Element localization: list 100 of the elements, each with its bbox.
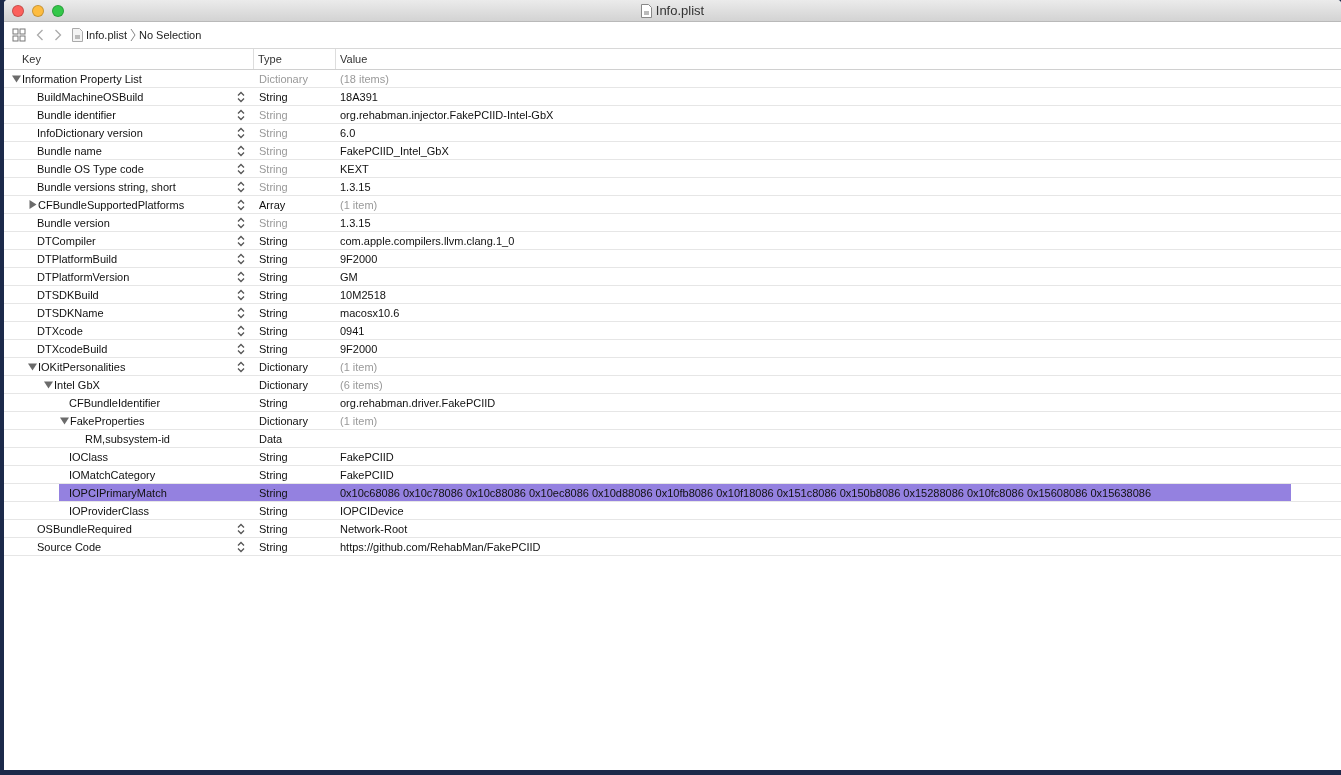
key-text: DTXcode xyxy=(37,324,83,337)
table-row[interactable]: DTCompiler String com.apple.compilers.llvm.clang.1_0 xyxy=(4,232,1341,250)
stepper-icon[interactable] xyxy=(237,253,245,265)
table-row[interactable]: Bundle identifier String org.rehabman.injector.FakePCIID-Intel-GbX xyxy=(4,106,1341,124)
table-row[interactable]: DTPlatformBuild String 9F2000 xyxy=(4,250,1341,268)
key-text: InfoDictionary version xyxy=(37,126,143,139)
stepper-icon[interactable] xyxy=(237,289,245,301)
stepper-icon[interactable] xyxy=(237,235,245,247)
disclosure-triangle-icon[interactable] xyxy=(28,200,37,209)
key-text: DTPlatformBuild xyxy=(37,252,118,265)
table-row[interactable]: Intel GbX Dictionary (6 items) xyxy=(4,376,1341,394)
stepper-icon[interactable] xyxy=(237,325,245,337)
table-row[interactable]: InfoDictionary version String 6.0 xyxy=(4,124,1341,142)
table-row[interactable]: FakeProperties Dictionary (1 item) xyxy=(4,412,1341,430)
key-text: BuildMachineOSBuild xyxy=(37,90,144,103)
table-row[interactable]: CFBundleSupportedPlatforms Array (1 item) xyxy=(4,196,1341,214)
zoom-button[interactable] xyxy=(52,4,64,17)
table-row[interactable]: BuildMachineOSBuild String 18A391 xyxy=(4,88,1341,106)
disclosure-triangle-icon[interactable] xyxy=(60,416,69,425)
table-row[interactable]: DTSDKName String macosx10.6 xyxy=(4,304,1341,322)
type-text: String xyxy=(258,323,289,339)
table-row[interactable]: DTPlatformVersion String GM xyxy=(4,268,1341,286)
value-text: 9F2000 xyxy=(339,341,379,357)
table-row[interactable]: IOProviderClass String IOPCIDevice xyxy=(4,502,1341,520)
value-text: (18 items) xyxy=(339,71,390,87)
window-title: Info.plist xyxy=(655,3,705,18)
stepper-icon[interactable] xyxy=(237,91,245,103)
table-row[interactable]: Bundle name String FakePCIID_Intel_GbX xyxy=(4,142,1341,160)
column-header[interactable]: Key xyxy=(4,49,253,69)
key-text: CFBundleIdentifier xyxy=(69,396,161,409)
stepper-icon[interactable] xyxy=(237,163,245,175)
column-header[interactable]: Type xyxy=(253,49,335,69)
value-text: GM xyxy=(339,269,359,285)
stepper-icon[interactable] xyxy=(237,127,245,139)
table-row[interactable]: DTXcodeBuild String 9F2000 xyxy=(4,340,1341,358)
breadcrumb[interactable]: Info.plist xyxy=(86,29,127,41)
stepper-icon[interactable] xyxy=(237,343,245,355)
chevron-icon xyxy=(129,28,136,42)
stepper-icon[interactable] xyxy=(237,271,245,283)
value-text: 18A391 xyxy=(339,89,379,105)
value-text: KEXT xyxy=(339,161,370,177)
disclosure-triangle-icon[interactable] xyxy=(12,74,21,83)
type-text: String xyxy=(258,125,289,141)
value-text: org.rehabman.driver.FakePCIID xyxy=(339,395,497,411)
disclosure-triangle-icon[interactable] xyxy=(28,362,37,371)
key-text: Bundle versions string, short xyxy=(37,180,176,193)
stepper-icon[interactable] xyxy=(237,307,245,319)
table-row[interactable]: Bundle OS Type code String KEXT xyxy=(4,160,1341,178)
table-row[interactable]: RM,subsystem-id Data xyxy=(4,430,1341,448)
value-text: FakePCIID xyxy=(339,449,395,465)
stepper-icon[interactable] xyxy=(237,145,245,157)
value-text: macosx10.6 xyxy=(339,305,401,321)
table-row[interactable]: OSBundleRequired String Network-Root xyxy=(4,520,1341,538)
table-row[interactable]: Bundle version String 1.3.15 xyxy=(4,214,1341,232)
document-icon xyxy=(72,28,83,42)
key-text: FakeProperties xyxy=(70,414,145,427)
stepper-icon[interactable] xyxy=(237,217,245,229)
table-row[interactable]: IOPCIPrimaryMatch String 0x10c68086 0x10c78086 0x10c88086 0x10ec8086 0x10d88086 0x10fb8086 0x10f18086 0x151c8086 0x150b8086 0x15288086 0x10fc8086 0x15608086 0x15638086 xyxy=(4,484,1341,502)
type-text: String xyxy=(258,485,289,501)
type-text: Array xyxy=(258,197,287,213)
grid-icon[interactable] xyxy=(12,28,26,42)
value-text: Network-Root xyxy=(339,521,409,537)
table-row[interactable]: Source Code String https://github.com/RehabMan/FakePCIID xyxy=(4,538,1341,556)
table-row[interactable]: DTXcode String 0941 xyxy=(4,322,1341,340)
table-row[interactable]: Information Property List Dictionary (18 items) xyxy=(4,70,1341,88)
table-row[interactable]: IOMatchCategory String FakePCIID xyxy=(4,466,1341,484)
column-header[interactable]: Value xyxy=(335,49,1341,69)
close-button[interactable] xyxy=(12,4,24,17)
key-text: CFBundleSupportedPlatforms xyxy=(38,198,185,211)
breadcrumb[interactable]: No Selection xyxy=(138,29,202,41)
table-row[interactable]: IOClass String FakePCIID xyxy=(4,448,1341,466)
type-text: String xyxy=(258,503,289,519)
key-text: DTXcodeBuild xyxy=(37,342,108,355)
value-text: 10M2518 xyxy=(339,287,387,303)
type-text: String xyxy=(258,107,289,123)
key-text: RM,subsystem-id xyxy=(85,432,170,445)
table-row[interactable]: Bundle versions string, short String 1.3.15 xyxy=(4,178,1341,196)
stepper-icon[interactable] xyxy=(237,181,245,193)
type-text: String xyxy=(258,305,289,321)
value-text: (1 item) xyxy=(339,359,379,375)
stepper-icon[interactable] xyxy=(237,109,245,121)
value-text: FakePCIID xyxy=(339,467,395,483)
stepper-icon[interactable] xyxy=(237,541,245,553)
value-text: 1.3.15 xyxy=(339,179,372,195)
value-text: IOPCIDevice xyxy=(339,503,405,519)
value-text: 0941 xyxy=(339,323,366,339)
type-text: String xyxy=(258,395,289,411)
key-text: Bundle version xyxy=(37,216,110,229)
stepper-icon[interactable] xyxy=(237,199,245,211)
stepper-icon[interactable] xyxy=(237,523,245,535)
value-text: 9F2000 xyxy=(339,251,379,267)
stepper-icon[interactable] xyxy=(237,361,245,373)
type-text: String xyxy=(258,467,289,483)
value-text: org.rehabman.injector.FakePCIID-Intel-GbX xyxy=(339,107,555,123)
table-row[interactable]: IOKitPersonalities Dictionary (1 item) xyxy=(4,358,1341,376)
type-text: String xyxy=(258,251,289,267)
value-text: 6.0 xyxy=(339,125,357,141)
table-row[interactable]: CFBundleIdentifier String org.rehabman.driver.FakePCIID xyxy=(4,394,1341,412)
table-row[interactable]: DTSDKBuild String 10M2518 xyxy=(4,286,1341,304)
disclosure-triangle-icon[interactable] xyxy=(44,380,53,389)
